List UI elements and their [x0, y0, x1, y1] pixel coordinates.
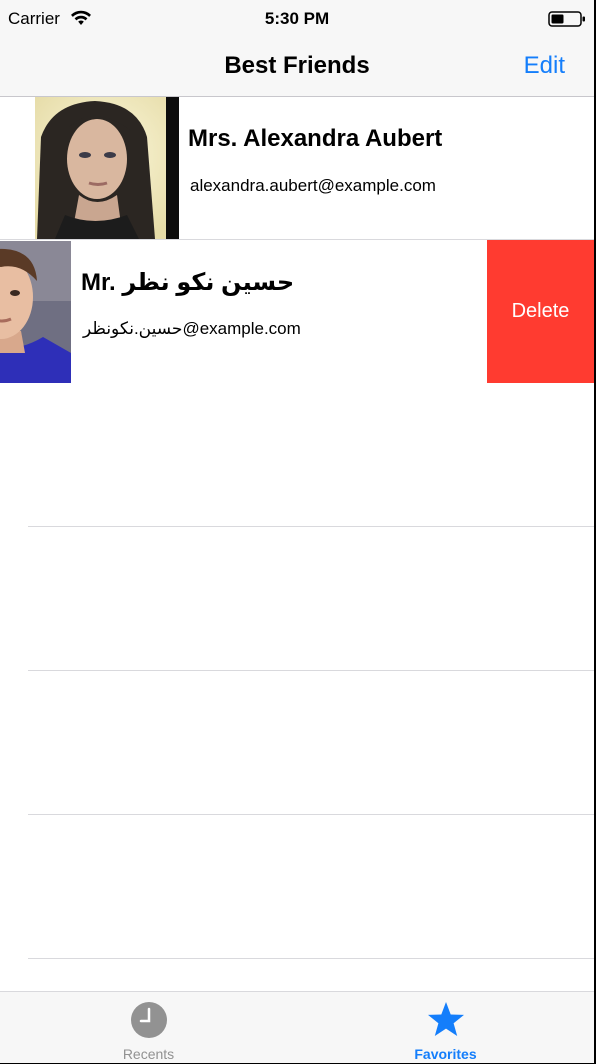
- edit-button[interactable]: Edit: [524, 52, 565, 80]
- status-time: 5:30 PM: [264, 9, 330, 28]
- delete-button[interactable]: Delete: [487, 240, 594, 383]
- page-title: Best Friends: [224, 52, 370, 79]
- tab-recents[interactable]: Recents: [0, 992, 297, 1063]
- avatar: [0, 241, 71, 383]
- app-screen: Carrier 5:30 PM Best Friends Edit Mrs. A…: [0, 0, 594, 1063]
- clock-icon: [131, 1002, 167, 1038]
- star-icon: [428, 1002, 464, 1036]
- contact-name: Mr. حسين نكو نظر: [81, 269, 295, 296]
- status-bar: Carrier 5:30 PM: [0, 0, 594, 40]
- row-separator: [28, 670, 594, 671]
- tab-label: Recents: [122, 1046, 175, 1062]
- tab-label: Favorites: [414, 1046, 477, 1062]
- avatar: [35, 97, 179, 239]
- contact-row[interactable]: Mrs. Alexandra Aubert alexandra.aubert@e…: [0, 97, 594, 239]
- navigation-bar: Best Friends Edit: [0, 40, 594, 97]
- contact-email: alexandra.aubert@example.com: [190, 176, 436, 195]
- tab-favorites[interactable]: Favorites: [297, 992, 594, 1063]
- avatar-man-image: [0, 241, 71, 383]
- contact-email: حسين.نكونظر@example.com: [83, 319, 301, 338]
- avatar-woman-image: [35, 97, 179, 239]
- contact-name: Mrs. Alexandra Aubert: [188, 125, 443, 152]
- battery-icon: [548, 11, 585, 27]
- row-separator: [28, 958, 594, 959]
- tab-bar: Recents Favorites: [0, 991, 594, 1063]
- row-separator: [28, 526, 594, 527]
- row-separator: [28, 814, 594, 815]
- contact-row[interactable]: Mr. حسين نكو نظر حسين.نكونظر@example.com: [0, 240, 487, 383]
